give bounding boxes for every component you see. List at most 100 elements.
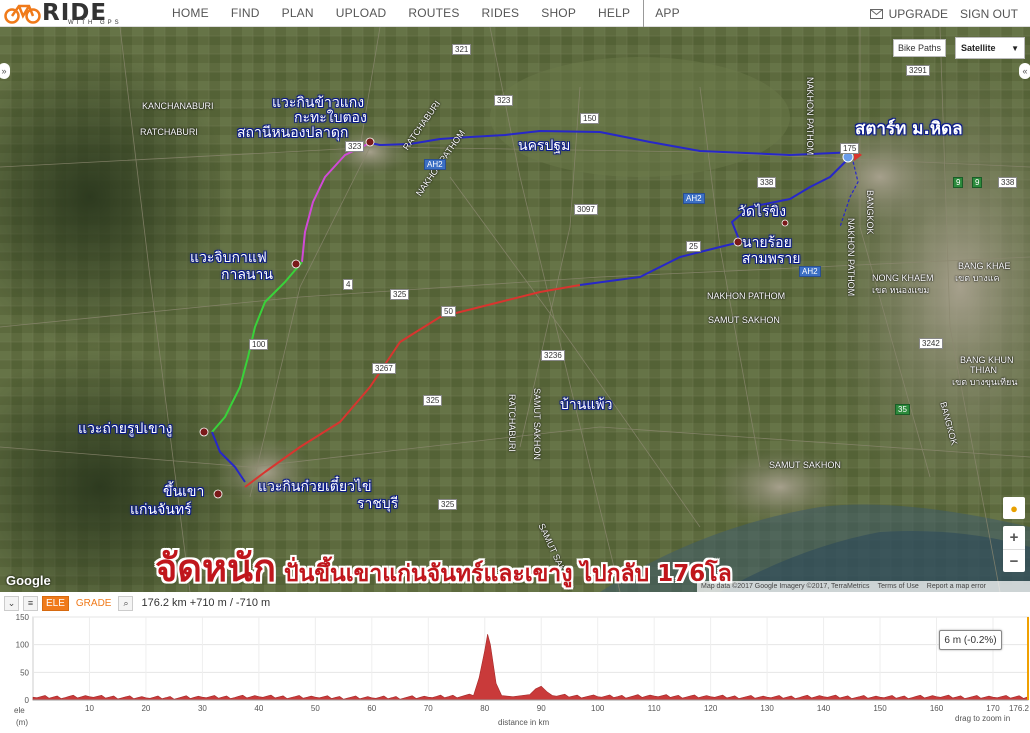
zoom-in-button[interactable]: + — [1003, 526, 1025, 549]
ele-tab[interactable]: ELE — [42, 595, 69, 611]
road-shield: 25 — [686, 241, 701, 252]
x-tick-label: 110 — [648, 704, 661, 713]
road-shield: 3097 — [574, 204, 598, 215]
place-label: เขต บางขุนเทียน — [952, 377, 1018, 387]
terms-link[interactable]: Terms of Use — [878, 583, 919, 590]
attribution-text: Map data ©2017 Google Imagery ©2017, Ter… — [701, 583, 870, 590]
elevation-panel: 150 100 50 0 10 20 30 40 50 60 70 80 90 100 110 120 130 1… — [0, 592, 1030, 733]
elevation-hover-tooltip: 6 m (-0.2%) — [939, 630, 1002, 650]
map-type-value: Satellite — [961, 43, 996, 53]
x-end-label: 176.2 — [1009, 704, 1030, 713]
noodle-annotation-line2: ราชบุรี — [357, 496, 399, 512]
place-label: NAKHON PATHOM — [846, 218, 856, 297]
wat-rai-khing-annotation: วัดไร่ขิง — [738, 204, 786, 220]
rice-stop-annotation-line3: สถานีหนองปลาดุก — [237, 125, 349, 141]
road-shield: 100 — [249, 339, 269, 350]
collapse-chevron-icon[interactable]: ⌄ — [4, 595, 19, 611]
road-shield: 9 — [953, 177, 964, 188]
bike-paths-toggle[interactable]: Bike Paths — [893, 39, 947, 57]
y-tick-label: 0 — [25, 696, 30, 705]
place-label: BANG KHUN — [960, 355, 1014, 365]
menu-icon[interactable]: ≡ — [23, 595, 38, 611]
map-type-select[interactable]: Satellite ▼ — [955, 37, 1025, 59]
x-tick-label: 100 — [591, 704, 605, 713]
route-map[interactable]: KANCHANABURI RATCHABURI RATCHABURI NAKHO… — [0, 27, 1030, 592]
nav-shop[interactable]: SHOP — [530, 6, 587, 20]
place-label: RATCHABURI — [140, 127, 198, 137]
map-attribution: Map data ©2017 Google Imagery ©2017, Ter… — [697, 581, 1030, 592]
place-label: SAMUT SAKHON — [708, 315, 780, 325]
road-shield: 150 — [580, 113, 600, 124]
route-summary: 176.2 km +710 m / -710 m — [141, 597, 271, 609]
grade-tab[interactable]: GRADE — [73, 596, 115, 611]
rice-stop-annotation-line2: กะทะใบตอง — [294, 110, 367, 126]
road-shield: 325 — [423, 395, 443, 406]
sign-out-link[interactable]: SIGN OUT — [960, 7, 1018, 21]
nai-roi-annotation-line2: สามพราย — [742, 251, 801, 267]
road-shield: 323 — [345, 141, 365, 152]
road-shield: AH2 — [683, 193, 705, 204]
road-shield: AH2 — [799, 266, 821, 277]
logo-subtext: WITH GPS — [68, 20, 122, 26]
expand-right-panel-icon[interactable]: « — [1019, 63, 1030, 79]
road-shield: 325 — [438, 499, 458, 510]
road-shield: 9 — [972, 177, 983, 188]
x-tick-label: 70 — [424, 704, 433, 713]
road-shield: 175 — [840, 143, 860, 154]
zoom-out-button[interactable]: − — [1003, 549, 1025, 572]
place-label: RATCHABURI — [507, 394, 517, 452]
y-tick-label: 50 — [20, 668, 29, 677]
place-label: NONG KHAEM — [872, 273, 934, 283]
place-label: KANCHANABURI — [142, 101, 214, 111]
road-shield: 3236 — [541, 350, 565, 361]
y-tick-label: 100 — [16, 641, 30, 650]
place-label: NAKHON PATHOM — [707, 291, 786, 301]
place-label: เขต หนองแขม — [872, 285, 930, 295]
nav-find[interactable]: FIND — [220, 6, 271, 20]
place-label: SAMUT SAKHON — [532, 388, 542, 460]
place-label: เขต บางแค — [955, 273, 1000, 283]
nav-upload[interactable]: UPLOAD — [325, 6, 398, 20]
coffee-annotation-line2: กาลนาน — [221, 267, 273, 283]
ride-with-gps-logo[interactable]: RIDE WITH GPS — [0, 0, 160, 27]
expand-left-panel-icon[interactable]: » — [0, 63, 10, 79]
road-shield: AH2 — [424, 159, 446, 170]
x-tick-label: 90 — [537, 704, 546, 713]
route-title-banner: จัดหนัก ปั่นขึ้นเขาแก่นจันทร์และเขางู ไป… — [155, 537, 732, 592]
route-title-big: จัดหนัก — [155, 546, 276, 590]
upgrade-link[interactable]: UPGRADE — [889, 7, 948, 21]
x-tick-label: 130 — [760, 704, 774, 713]
place-label: NAKHON PATHOM — [805, 77, 815, 156]
nav-help[interactable]: HELP — [587, 6, 641, 20]
road-shield: 3242 — [919, 338, 943, 349]
nakhon-pathom-annotation: นครปฐม — [518, 138, 571, 154]
photo-stop-annotation: แวะถ่ายรูปเขางู — [78, 421, 173, 437]
nav-plan[interactable]: PLAN — [271, 6, 325, 20]
x-tick-label: 140 — [817, 704, 831, 713]
road-shield: 323 — [494, 95, 514, 106]
road-shield: 4 — [343, 279, 354, 290]
place-label: BANGKOK — [865, 190, 875, 235]
mail-icon[interactable] — [869, 8, 883, 19]
elevation-toolbar: ⌄ ≡ ELE GRADE ⌕ 176.2 km +710 m / -710 m — [4, 595, 270, 611]
place-label: BANG KHAE — [958, 261, 1011, 271]
road-shield: 325 — [390, 289, 410, 300]
street-view-pegman-icon[interactable]: ● — [1003, 497, 1025, 519]
x-tick-label: 120 — [704, 704, 718, 713]
road-shield: 321 — [452, 44, 472, 55]
nav-home[interactable]: HOME — [161, 6, 220, 20]
nav-routes[interactable]: ROUTES — [397, 6, 470, 20]
road-shield: 3291 — [906, 65, 930, 76]
magnifier-icon[interactable]: ⌕ — [118, 595, 134, 611]
nav-app[interactable]: APP — [644, 6, 691, 20]
road-shield: 3267 — [372, 363, 396, 374]
ban-phaeo-annotation: บ้านแพ้ว — [560, 397, 613, 413]
coffee-annotation-line1: แวะจิบกาแฟ — [190, 250, 267, 266]
road-shield: 338 — [757, 177, 777, 188]
elevation-chart[interactable]: 150 100 50 0 10 20 30 40 50 60 70 80 90 100 110 120 130 1… — [0, 592, 1030, 733]
x-tick-label: 170 — [986, 704, 1000, 713]
report-error-link[interactable]: Report a map error — [927, 583, 986, 590]
plot-area — [32, 616, 1029, 701]
y-tick-label: 150 — [16, 613, 30, 622]
nav-rides[interactable]: RIDES — [471, 6, 531, 20]
